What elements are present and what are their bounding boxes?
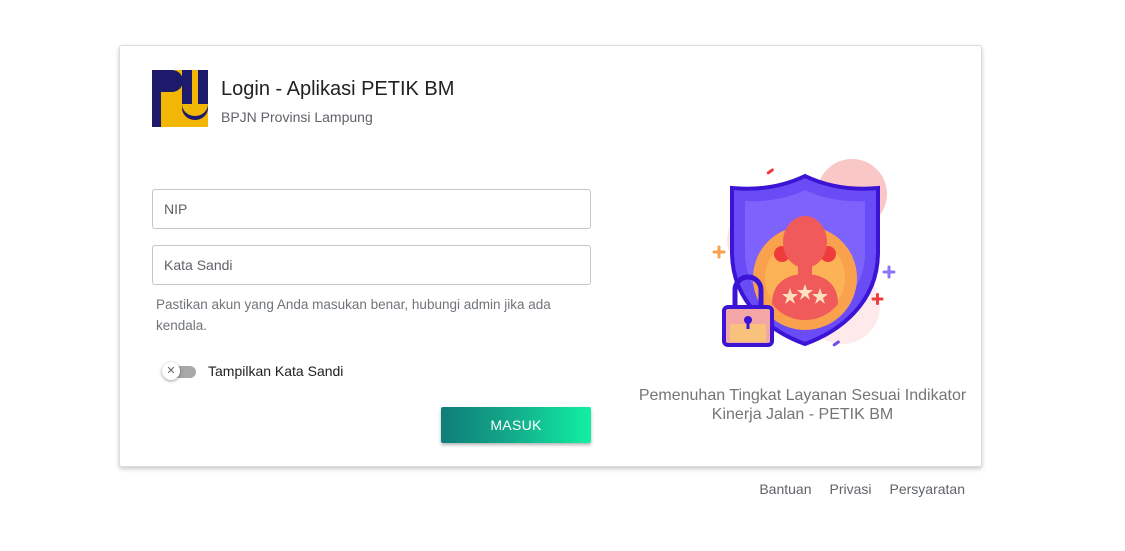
login-button[interactable]: MASUK: [441, 407, 591, 443]
login-hint-text: Pastikan akun yang Anda masukan benar, h…: [156, 297, 551, 333]
terms-link[interactable]: Persyaratan: [890, 481, 965, 497]
show-password-toggle[interactable]: ✕: [162, 362, 198, 380]
illustration-caption: Pemenuhan Tingkat Layanan Sesuai Indikat…: [638, 387, 967, 423]
login-card: Login - Aplikasi PETIK BM BPJN Provinsi …: [119, 45, 982, 467]
privacy-link[interactable]: Privasi: [830, 481, 872, 497]
footer-links: Bantuan Privasi Persyaratan: [759, 481, 965, 497]
help-link[interactable]: Bantuan: [759, 481, 811, 497]
page-subtitle: BPJN Provinsi Lampung: [221, 109, 373, 125]
nip-input[interactable]: [152, 189, 591, 229]
close-icon: ✕: [162, 362, 180, 380]
security-shield-lock-illustration-icon: [712, 159, 896, 347]
password-input[interactable]: [152, 245, 591, 285]
page-title: Login - Aplikasi PETIK BM: [221, 78, 455, 100]
show-password-label: Tampilkan Kata Sandi: [208, 363, 344, 379]
pupr-logo-icon: [152, 70, 208, 127]
